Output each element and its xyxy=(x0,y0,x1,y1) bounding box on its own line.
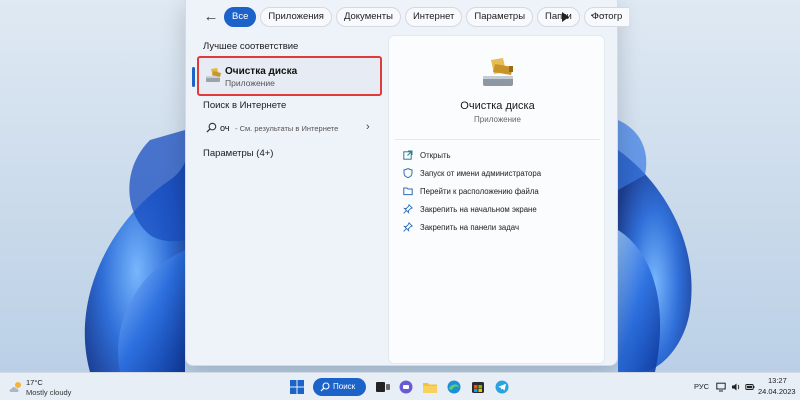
chip-folders[interactable]: Папки xyxy=(537,7,580,27)
cloud-sun-icon xyxy=(9,382,21,392)
result-name: Очистка диска xyxy=(225,66,298,77)
weather-temp: 17°C xyxy=(26,378,43,387)
pin-icon xyxy=(403,222,413,232)
web-hint: - См. результаты в Интернете xyxy=(235,124,339,133)
chip-all[interactable]: Все xyxy=(224,7,257,27)
action-label: Закрепить на начальном экране xyxy=(420,204,537,214)
action-open[interactable]: Открыть xyxy=(403,147,451,163)
clock-date[interactable]: 24.04.2023 xyxy=(758,387,796,396)
pin-icon xyxy=(403,204,413,214)
start-search-panel: ← Все Приложения Документы Интернет Пара… xyxy=(185,0,630,366)
action-label: Закрепить на панели задач xyxy=(420,222,520,232)
chip-internet[interactable]: Интернет xyxy=(404,7,463,27)
weather-condition: Mostly cloudy xyxy=(26,388,72,397)
store-icon[interactable] xyxy=(470,379,486,395)
web-query: оч xyxy=(220,123,230,133)
action-label: Перейти к расположению файла xyxy=(420,186,539,196)
chevron-right-icon: › xyxy=(366,121,370,133)
telegram-icon[interactable] xyxy=(494,379,510,395)
result-details-pane: Очистка диска Приложение Открыть Запуск … xyxy=(388,35,605,364)
detail-app-name: Очистка диска xyxy=(460,100,535,112)
action-run-as-admin[interactable]: Запуск от имени администратора xyxy=(403,165,541,181)
taskbar: 17°C Mostly cloudy Поиск РУС 13:27 24.04… xyxy=(0,372,800,400)
selection-indicator xyxy=(192,67,195,87)
search-icon xyxy=(320,382,330,392)
chip-documents[interactable]: Документы xyxy=(335,7,401,27)
result-type: Приложение xyxy=(225,78,275,88)
action-pin-to-taskbar[interactable]: Закрепить на панели задач xyxy=(403,219,519,235)
settings-heading[interactable]: Параметры (4+) xyxy=(203,148,273,159)
file-explorer-icon[interactable] xyxy=(422,379,438,395)
action-label: Открыть xyxy=(420,150,451,160)
search-icon xyxy=(206,122,217,133)
action-label: Запуск от имени администратора xyxy=(420,168,542,178)
disk-cleanup-icon xyxy=(206,68,221,82)
clock-time[interactable]: 13:27 xyxy=(768,376,787,385)
windows-start-icon[interactable] xyxy=(289,379,305,395)
battery-icon[interactable] xyxy=(745,382,755,392)
best-match-result[interactable]: Очистка диска Приложение xyxy=(192,56,382,96)
taskbar-search-label: Поиск xyxy=(333,382,356,391)
filter-bar: ← Все Приложения Документы Интернет Пара… xyxy=(186,0,630,34)
action-open-file-location[interactable]: Перейти к расположению файла xyxy=(403,183,539,199)
taskbar-search-button[interactable]: Поиск xyxy=(313,378,366,396)
volume-icon[interactable] xyxy=(731,382,741,392)
folder-icon xyxy=(403,187,413,196)
more-options-button[interactable]: ··· xyxy=(589,7,607,25)
keyboard-language[interactable]: РУС xyxy=(694,382,709,391)
teams-chat-icon[interactable] xyxy=(398,379,414,395)
web-search-heading: Поиск в Интернете xyxy=(203,100,287,111)
play-right-icon[interactable] xyxy=(560,9,570,25)
chip-apps[interactable]: Приложения xyxy=(260,7,332,27)
task-view-icon[interactable] xyxy=(375,379,391,395)
divider xyxy=(395,139,600,140)
open-external-icon xyxy=(403,150,413,160)
action-pin-to-start[interactable]: Закрепить на начальном экране xyxy=(403,201,537,217)
disk-cleanup-icon xyxy=(483,58,513,86)
edge-icon[interactable] xyxy=(446,379,462,395)
shield-icon xyxy=(403,168,413,178)
chip-settings[interactable]: Параметры xyxy=(466,7,534,27)
weather-widget[interactable]: 17°C Mostly cloudy xyxy=(8,377,78,399)
monitor-icon[interactable] xyxy=(716,382,726,392)
detail-app-type: Приложение xyxy=(474,115,521,124)
web-search-result[interactable]: оч - См. результаты в Интернете › xyxy=(198,118,381,140)
arrow-left-icon[interactable]: ← xyxy=(202,8,220,26)
best-match-heading: Лучшее соответствие xyxy=(203,41,299,52)
